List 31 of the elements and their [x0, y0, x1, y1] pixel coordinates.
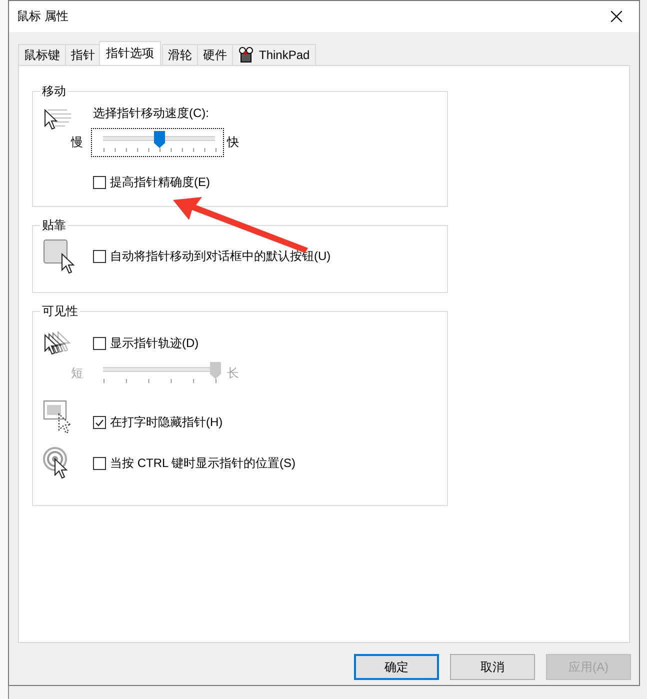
- tab[interactable]: 鼠标键: [18, 44, 66, 65]
- tab[interactable]: 滑轮: [162, 44, 198, 65]
- close-icon: [610, 11, 622, 22]
- window-title: 鼠标 属性: [17, 8, 68, 25]
- checkbox-label[interactable]: 显示指针轨迹(D): [110, 335, 199, 352]
- dialog-button[interactable]: 确定: [354, 654, 439, 680]
- slider-min-label: 短: [71, 365, 84, 382]
- group-title: 贴靠: [41, 217, 67, 234]
- checkbox[interactable]: [93, 416, 106, 429]
- checkbox-label[interactable]: 在打字时隐藏指针(H): [110, 414, 223, 431]
- slider-max-label: 长: [227, 365, 240, 382]
- group-title: 可见性: [41, 303, 79, 320]
- button-pointer-icon: [43, 239, 77, 275]
- checkbox-label[interactable]: 自动将指针移动到对话框中的默认按钮(U): [110, 248, 331, 265]
- slider-label: 选择指针移动速度(C):: [93, 105, 210, 122]
- checkbox[interactable]: [93, 250, 106, 263]
- slider-min-label: 慢: [71, 134, 84, 151]
- checkbox[interactable]: [93, 176, 106, 189]
- slider[interactable]: [91, 128, 224, 157]
- slider-thumb[interactable]: [154, 131, 164, 148]
- checkbox-label[interactable]: 提高指针精确度(E): [110, 174, 210, 191]
- checkbox[interactable]: [93, 337, 106, 350]
- group-title: 移动: [41, 83, 67, 100]
- hide-pointer-icon: [43, 400, 73, 433]
- tab[interactable]: ThinkPad: [232, 44, 316, 65]
- device-icon: [238, 47, 254, 63]
- checkbox[interactable]: [93, 457, 106, 470]
- checkbox-label[interactable]: 当按 CTRL 键时显示指针的位置(S): [110, 455, 296, 472]
- dialog-button[interactable]: 取消: [450, 654, 535, 680]
- tab[interactable]: 指针选项: [99, 41, 161, 65]
- slider-max-label: 快: [227, 134, 240, 151]
